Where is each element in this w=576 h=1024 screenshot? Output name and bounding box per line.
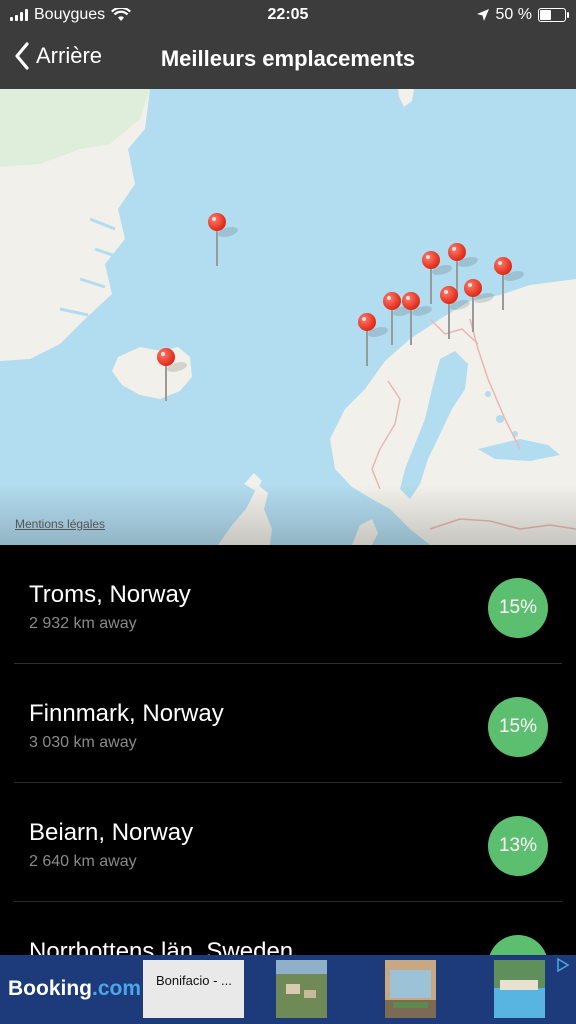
score-badge: 13% (488, 816, 548, 876)
location-name: Beiarn, Norway (29, 819, 194, 846)
list-item[interactable]: Norrbottens län, Sweden (14, 902, 562, 955)
hotel-photo[interactable] (385, 960, 436, 1018)
list-item[interactable]: Finnmark, Norway 3 030 km away 15% (14, 664, 562, 783)
brand-main: Booking (8, 977, 92, 1000)
location-name: Troms, Norway (29, 581, 191, 608)
map-view[interactable]: Mentions légales (0, 89, 576, 545)
map-pin[interactable] (463, 279, 498, 339)
location-name: Finnmark, Norway (29, 700, 224, 727)
ad-card[interactable]: Bonifacio - ... (143, 960, 244, 1018)
map-pin[interactable] (401, 292, 436, 352)
ad-card-text: Bonifacio - ... (156, 973, 232, 988)
booking-logo: Booking.com (8, 977, 141, 1001)
location-distance: 2 640 km away (29, 853, 137, 870)
location-arrow-icon (476, 9, 489, 21)
location-distance: 3 030 km away (29, 734, 137, 751)
map-base (0, 89, 576, 545)
brand-suffix: .com (92, 977, 142, 1000)
page-title: Meilleurs emplacements (160, 46, 416, 71)
ad-banner[interactable]: Booking.com Bonifacio - ... (0, 955, 576, 1024)
legal-link[interactable]: Mentions légales (15, 517, 105, 531)
list-item[interactable]: Troms, Norway 2 932 km away 15% (14, 545, 562, 664)
map-pin[interactable] (493, 257, 528, 317)
list-item[interactable]: Beiarn, Norway 2 640 km away 13% (14, 783, 562, 902)
score-badge: 15% (488, 578, 548, 638)
location-name: Norrbottens län, Sweden (29, 938, 294, 955)
score-badge: 15% (488, 697, 548, 757)
status-right: 50 % (476, 6, 569, 24)
location-distance: 2 932 km away (29, 615, 137, 632)
score-badge (488, 935, 548, 955)
map-pin[interactable] (207, 213, 242, 273)
hotel-photo[interactable] (276, 960, 327, 1018)
map-pin[interactable] (357, 313, 392, 373)
hotel-photo[interactable] (494, 960, 545, 1018)
battery-fill (540, 10, 551, 20)
battery-icon (538, 8, 569, 22)
ad-choices-icon[interactable] (556, 958, 570, 972)
navigation-bar: Arrière Meilleurs emplacements (0, 30, 576, 89)
map-pin[interactable] (439, 286, 474, 346)
battery-percent: 50 % (495, 6, 532, 23)
locations-list[interactable]: Troms, Norway 2 932 km away 15% Finnmark… (0, 545, 576, 955)
status-bar: Bouygues 22:05 50 % (0, 0, 576, 30)
map-pin[interactable] (156, 348, 191, 408)
